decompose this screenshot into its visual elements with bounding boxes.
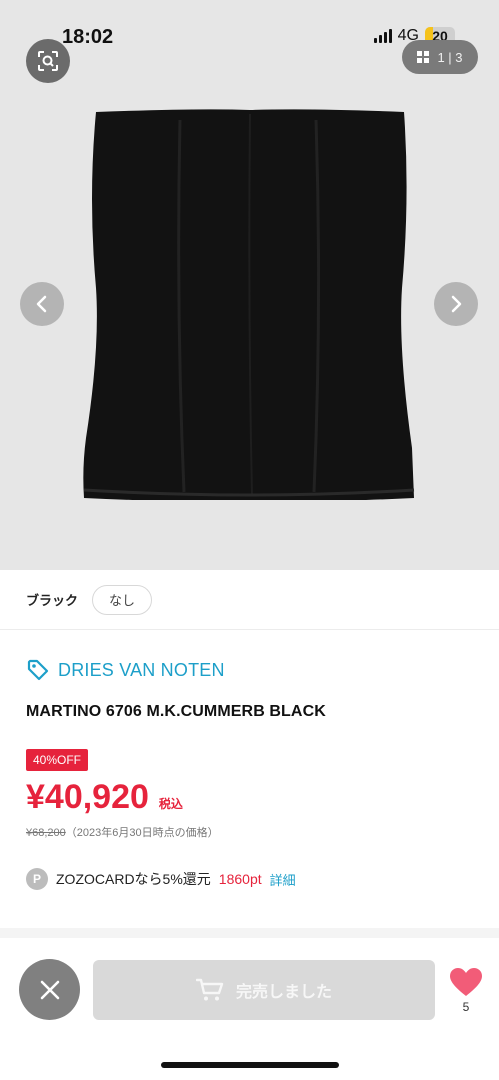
tag-icon bbox=[27, 659, 49, 681]
brand-link[interactable]: DRIES VAN NOTEN bbox=[26, 658, 225, 682]
size-chip[interactable]: なし bbox=[92, 584, 153, 615]
heart-icon bbox=[450, 968, 482, 996]
brand-name: DRIES VAN NOTEN bbox=[58, 659, 225, 680]
cart-icon bbox=[195, 978, 224, 1001]
points-icon: P bbox=[26, 868, 48, 890]
color-label: ブラック bbox=[26, 593, 79, 608]
grid-icon bbox=[417, 51, 430, 63]
original-price: ¥68,200（2023年6月30日時点の価格） bbox=[26, 824, 219, 840]
sold-out-label: 完売しました bbox=[235, 984, 332, 1001]
discount-badge: 40%OFF bbox=[26, 749, 89, 771]
close-icon bbox=[40, 980, 59, 999]
zoom-search-icon bbox=[38, 51, 58, 71]
price: ¥40,920 税込 bbox=[26, 778, 183, 817]
image-counter-text: 1 | 3 bbox=[437, 49, 463, 65]
tax-label: 税込 bbox=[158, 797, 183, 811]
signal-icon bbox=[373, 29, 392, 43]
zoom-button[interactable] bbox=[26, 39, 70, 83]
original-price-note: （2023年6月30日時点の価格） bbox=[65, 827, 219, 839]
chevron-left-icon bbox=[36, 295, 47, 313]
points-value: 1860pt bbox=[218, 871, 262, 887]
price-value: ¥40,920 bbox=[26, 778, 149, 816]
close-button[interactable] bbox=[19, 959, 80, 1020]
previous-image-button[interactable] bbox=[20, 282, 64, 326]
original-price-value: ¥68,200 bbox=[26, 827, 66, 839]
product-image-gallery[interactable]: 18:02 4G 20 1 | 3 bbox=[0, 0, 499, 570]
product-photo bbox=[83, 109, 415, 500]
home-indicator bbox=[161, 1062, 339, 1068]
next-image-button[interactable] bbox=[434, 282, 478, 326]
variant-row: ブラック なし bbox=[0, 570, 499, 630]
chevron-right-icon bbox=[451, 295, 462, 313]
section-divider bbox=[0, 928, 499, 938]
detail-link[interactable]: 詳細 bbox=[270, 870, 296, 889]
sold-out-button[interactable]: 完売しました bbox=[93, 960, 435, 1020]
image-counter[interactable]: 1 | 3 bbox=[402, 40, 478, 74]
favorite-count: 5 bbox=[462, 1000, 470, 1014]
status-time: 18:02 bbox=[62, 26, 114, 48]
favorite-button[interactable]: 5 bbox=[446, 966, 486, 1014]
zozocard-row[interactable]: P ZOZOCARDなら5%還元 1860pt 詳細 bbox=[26, 868, 296, 890]
product-info: DRIES VAN NOTEN MARTINO 6706 M.K.CUMMERB… bbox=[0, 630, 499, 940]
product-title: MARTINO 6706 M.K.CUMMERB BLACK bbox=[26, 703, 326, 720]
zozocard-text: ZOZOCARDなら5%還元 bbox=[56, 871, 211, 887]
